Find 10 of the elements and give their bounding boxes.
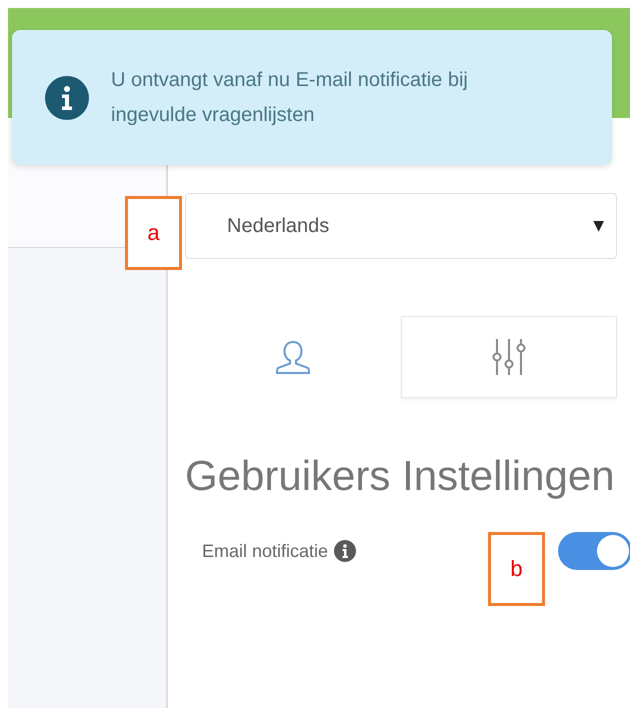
callout-label: b <box>488 532 545 606</box>
info-icon <box>45 76 89 120</box>
section-title: Gebruikers Instellingen <box>185 452 616 500</box>
info-icon <box>334 540 356 562</box>
setting-label: Email notificatie <box>202 540 328 562</box>
callout-label: a <box>125 196 182 270</box>
language-select[interactable]: Nederlands ▼ <box>185 193 617 259</box>
toggle-switch[interactable] <box>558 532 630 570</box>
tab[interactable] <box>401 316 617 398</box>
alert-message: U ontvangt vanaf nu E-mail notificatie bij ingevulde vragenlijsten <box>111 68 469 128</box>
